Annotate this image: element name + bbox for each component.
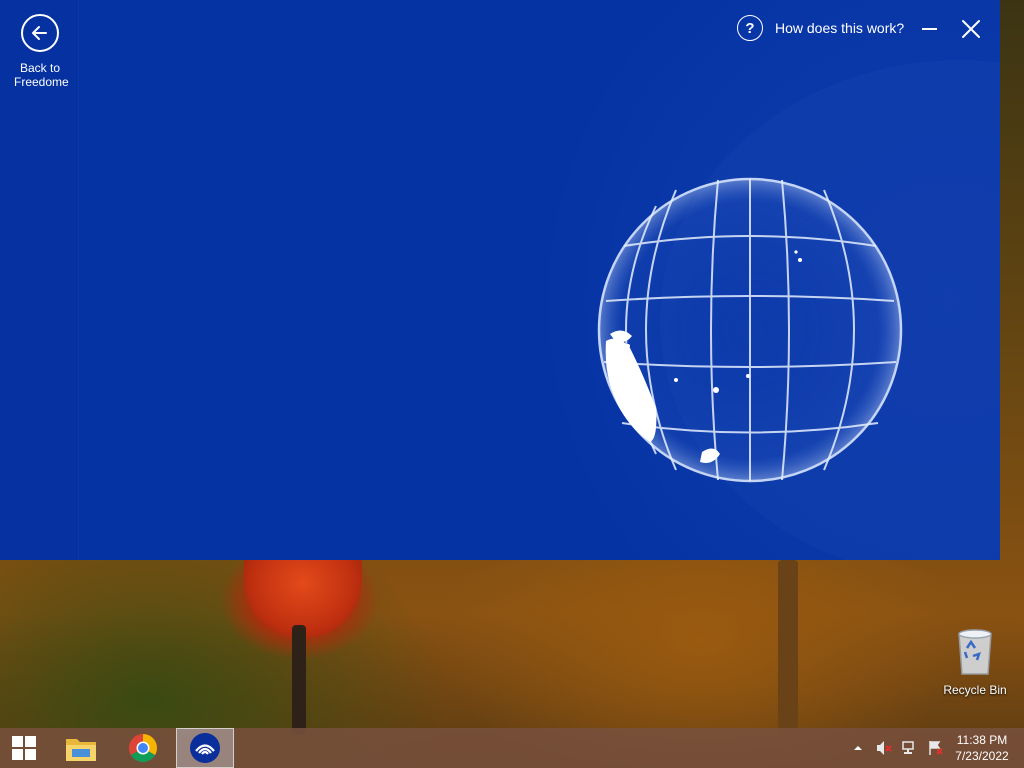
action-center-flag-icon[interactable] [926, 738, 946, 758]
back-to-freedome-button[interactable]: Back to Freedome [14, 14, 69, 89]
close-button[interactable] [960, 18, 982, 40]
back-label-line2: Freedome [14, 75, 69, 89]
recycle-bin-label: Recycle Bin [943, 683, 1007, 697]
question-icon: ? [737, 15, 763, 41]
globe-icon [597, 177, 903, 483]
freedome-icon [190, 733, 220, 763]
back-arrow-icon [21, 14, 59, 52]
windows-logo-icon [12, 736, 36, 760]
chrome-icon [129, 734, 157, 762]
wallpaper-stem [292, 625, 306, 735]
taskbar: 11:38 PM 7/23/2022 [0, 728, 1024, 768]
taskbar-freedome[interactable] [176, 728, 234, 768]
clock-time: 11:38 PM [956, 733, 1008, 747]
how-does-this-work-link[interactable]: ? How does this work? [737, 15, 904, 41]
recycle-bin[interactable]: Recycle Bin [940, 628, 1010, 697]
back-label-line1: Back to [19, 61, 61, 75]
taskbar-file-explorer[interactable] [52, 728, 110, 768]
help-text: How does this work? [775, 20, 905, 36]
start-button[interactable] [0, 728, 48, 768]
chevron-up-icon[interactable] [848, 738, 868, 758]
system-tray [848, 728, 952, 768]
clock-date: 7/23/2022 [955, 749, 1009, 763]
minimize-button[interactable] [920, 18, 940, 38]
taskbar-chrome[interactable] [114, 728, 172, 768]
volume-muted-icon[interactable] [874, 738, 894, 758]
freedome-window: Back to Freedome ? How does this work? [0, 0, 1000, 560]
wallpaper-stem [778, 560, 798, 730]
close-icon [962, 20, 980, 38]
taskbar-clock[interactable]: 11:38 PM 7/23/2022 [948, 732, 1016, 764]
recycle-bin-icon [958, 629, 992, 675]
folder-icon [66, 739, 96, 761]
network-icon[interactable] [900, 738, 920, 758]
back-label: Back to Freedome [14, 61, 69, 89]
